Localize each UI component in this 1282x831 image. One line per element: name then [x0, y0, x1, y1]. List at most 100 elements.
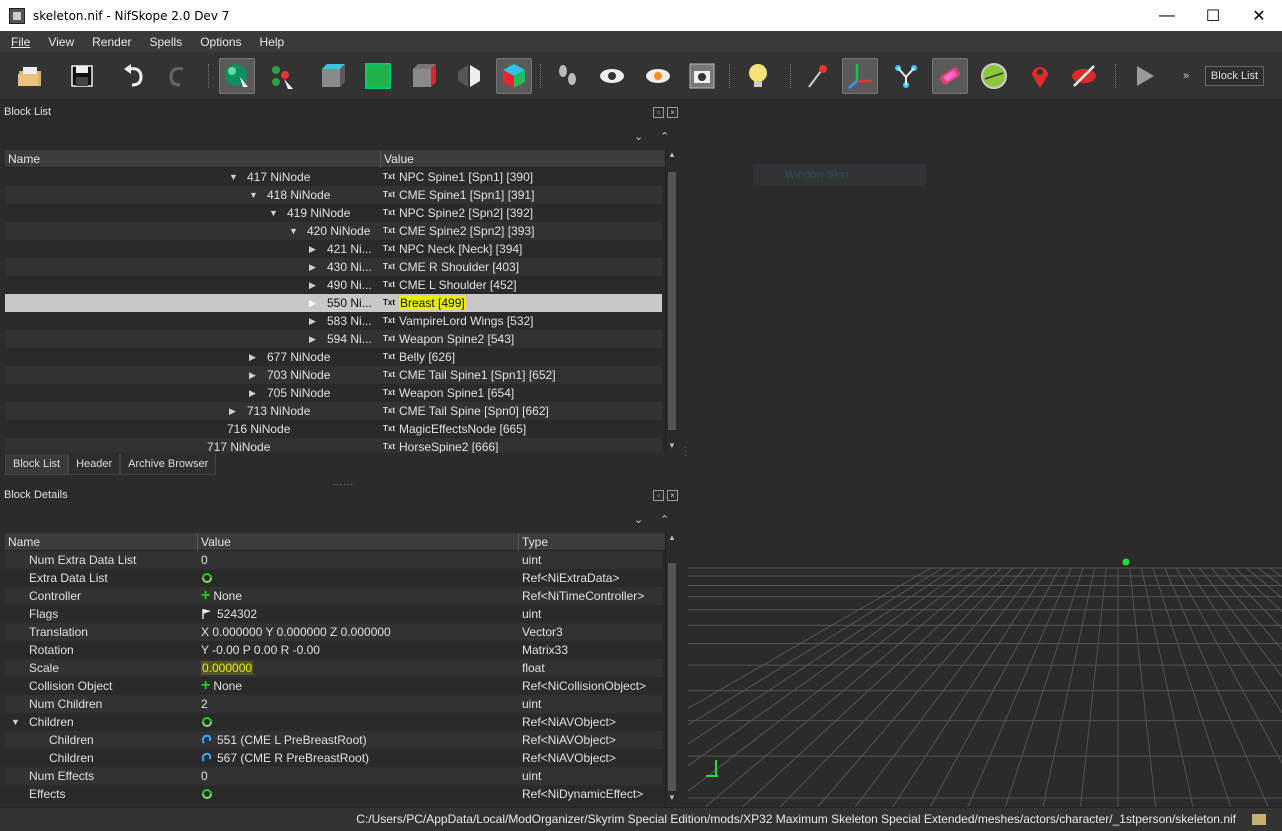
expand-arrow-icon[interactable]: ▶ [249, 384, 256, 402]
property-row[interactable]: Children 551 (CME L PreBreastRoot) Ref<NiA… [5, 731, 662, 749]
folder-icon[interactable] [1252, 814, 1266, 825]
redo-icon[interactable] [160, 58, 196, 94]
property-value[interactable]: 0 [201, 769, 208, 783]
screenshot-icon[interactable] [684, 58, 720, 94]
property-row[interactable]: Num Children 2 uint [5, 695, 662, 713]
property-row[interactable]: ▼ Children Ref<NiAVObject> [5, 713, 662, 731]
maximize-button[interactable]: ☐ [1190, 0, 1236, 31]
tree-row[interactable]: ▶ 430 Ni... Txt CME R Shoulder [403] [5, 258, 662, 276]
scroll-down-icon[interactable]: ▼ [666, 441, 677, 453]
property-value[interactable]: 567 (CME R PreBreastRoot) [217, 751, 369, 765]
tree-row[interactable]: ▶ 594 Ni... Txt Weapon Spine2 [543] [5, 330, 662, 348]
toolbar-overflow-icon[interactable]: » [1183, 70, 1189, 82]
vertex-pin-icon[interactable] [800, 58, 836, 94]
property-value[interactable]: X 0.000000 Y 0.000000 Z 0.000000 [201, 625, 391, 639]
skeleton-icon[interactable] [888, 58, 924, 94]
tree-row[interactable]: ▶ 490 Ni... Txt CME L Shoulder [452] [5, 276, 662, 294]
tab-block-list[interactable]: Block List [5, 454, 69, 475]
node-select-icon[interactable] [264, 58, 300, 94]
tree-row[interactable]: ▶ 550 Ni... Txt Breast [499] [5, 294, 662, 312]
eye-icon[interactable] [594, 58, 630, 94]
expand-arrow-icon[interactable]: ▶ [309, 276, 316, 294]
close-icon[interactable]: × [667, 107, 678, 118]
collapse-arrow-icon[interactable]: ▼ [289, 222, 298, 240]
tree-row[interactable]: ▶ 583 Ni... Txt VampireLord Wings [532] [5, 312, 662, 330]
collapse-arrow-icon[interactable]: ▼ [229, 168, 238, 186]
scroll-up-icon[interactable]: ▲ [666, 150, 677, 162]
expand-all-icon[interactable]: ⌄ [634, 130, 643, 143]
marker-icon[interactable] [1022, 58, 1058, 94]
scroll-up-icon[interactable]: ▲ [666, 533, 677, 545]
property-row[interactable]: Controller + None Ref<NiTimeController> [5, 587, 662, 605]
open-icon[interactable] [12, 58, 48, 94]
collapse-arrow-icon[interactable]: ▼ [249, 186, 258, 204]
tree-row[interactable]: 716 NiNode Txt MagicEffectsNode [665] [5, 420, 662, 438]
tab-header[interactable]: Header [68, 454, 121, 475]
menu-view[interactable]: View [37, 35, 81, 49]
save-icon[interactable] [64, 58, 100, 94]
footprints-icon[interactable] [550, 58, 586, 94]
scroll-down-icon[interactable]: ▼ [666, 793, 677, 805]
collapse-all-icon[interactable]: ⌃ [660, 130, 669, 143]
perspective-icon[interactable] [451, 58, 487, 94]
property-value[interactable]: 0 [201, 553, 208, 567]
property-row[interactable]: Flags 524302 uint [5, 605, 662, 623]
hide-icon[interactable] [1066, 58, 1102, 94]
property-value[interactable]: 524302 [217, 607, 257, 621]
property-value[interactable]: None [213, 679, 242, 693]
axes-icon[interactable] [842, 58, 878, 94]
collapse-arrow-icon[interactable]: ▼ [11, 713, 20, 731]
float-icon[interactable]: ▫ [653, 490, 664, 501]
column-value[interactable]: Value [198, 533, 519, 551]
collapse-arrow-icon[interactable]: ▼ [269, 204, 278, 222]
expand-arrow-icon[interactable]: ▶ [249, 366, 256, 384]
property-row[interactable]: Extra Data List Ref<NiExtraData> [5, 569, 662, 587]
column-name[interactable]: Name [5, 533, 198, 551]
tree-row[interactable]: 717 NiNode Txt HorseSpine2 [666] [5, 438, 662, 453]
tab-archive-browser[interactable]: Archive Browser [120, 454, 217, 475]
3d-viewport[interactable]: Window Skin [688, 100, 1282, 807]
property-value[interactable]: 0.000000 [201, 661, 254, 675]
property-value[interactable]: None [213, 589, 242, 603]
play-icon[interactable] [1126, 58, 1162, 94]
select-icon[interactable] [219, 58, 255, 94]
block-list-scrollbar[interactable]: ▲ ▼ [665, 150, 677, 453]
menu-options[interactable]: Options [189, 35, 248, 49]
expand-arrow-icon[interactable]: ▶ [309, 330, 316, 348]
property-row[interactable]: Effects Ref<NiDynamicEffect> [5, 785, 662, 803]
collapse-all-icon[interactable]: ⌃ [660, 513, 669, 526]
tree-row[interactable]: ▶ 705 NiNode Txt Weapon Spine1 [654] [5, 384, 662, 402]
menu-render[interactable]: Render [81, 35, 138, 49]
close-button[interactable]: ✕ [1236, 0, 1282, 31]
menu-spells[interactable]: Spells [139, 35, 190, 49]
scroll-thumb[interactable] [668, 172, 676, 430]
menu-file[interactable]: File [0, 35, 37, 49]
property-row[interactable]: Scale 0.000000 float [5, 659, 662, 677]
property-row[interactable]: Rotation Y -0.00 P 0.00 R -0.00 Matrix33 [5, 641, 662, 659]
column-value[interactable]: Value [381, 150, 665, 168]
column-type[interactable]: Type [519, 533, 665, 551]
float-icon[interactable]: ▫ [653, 107, 664, 118]
menu-help[interactable]: Help [249, 35, 292, 49]
expand-arrow-icon[interactable]: ▶ [309, 312, 316, 330]
cube-color-icon[interactable] [496, 58, 532, 94]
block-list-tree[interactable]: Name Value ▼ 417 NiNode Txt NPC Spine1 [Spn… [5, 150, 677, 453]
block-details-table[interactable]: Name Value Type Num Extra Data List 0 uint… [5, 533, 677, 805]
block-details-scrollbar[interactable]: ▲ ▼ [665, 533, 677, 805]
property-row[interactable]: Collision Object + None Ref<NiCollisionObje… [5, 677, 662, 695]
property-value[interactable]: 2 [201, 697, 208, 711]
cube-green-icon[interactable] [360, 58, 396, 94]
light-bulb-icon[interactable] [740, 58, 776, 94]
tree-row[interactable]: ▼ 418 NiNode Txt CME Spine1 [Spn1] [391] [5, 186, 662, 204]
property-row[interactable]: Children 567 (CME R PreBreastRoot) Ref<NiA… [5, 749, 662, 767]
minimize-button[interactable]: — [1144, 0, 1190, 31]
block-list-toolbar-button[interactable]: Block List [1204, 66, 1264, 86]
expand-arrow-icon[interactable]: ▶ [249, 348, 256, 366]
texture-icon[interactable] [932, 58, 968, 94]
expand-arrow-icon[interactable]: ▶ [309, 240, 316, 258]
scroll-thumb[interactable] [668, 563, 676, 791]
main-splitter[interactable]: · · · [683, 100, 687, 807]
tree-row[interactable]: ▶ 421 Ni... Txt NPC Neck [Neck] [394] [5, 240, 662, 258]
tree-row[interactable]: ▶ 677 NiNode Txt Belly [626] [5, 348, 662, 366]
expand-all-icon[interactable]: ⌄ [634, 513, 643, 526]
